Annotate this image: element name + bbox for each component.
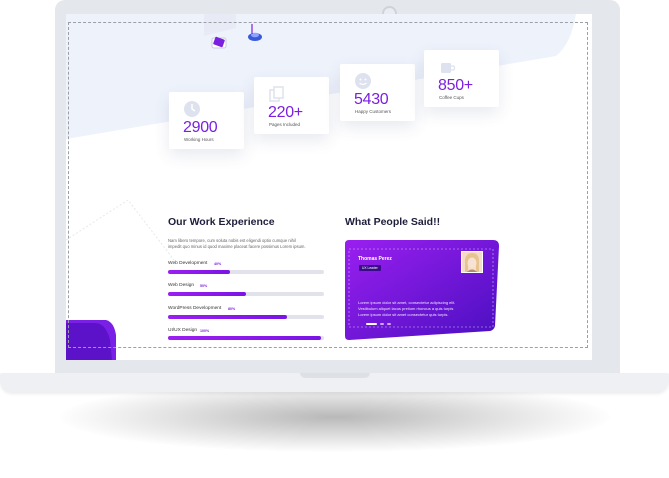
- laptop-screen: 2900 Working Hours 220+ Pages Included 5…: [66, 14, 592, 360]
- laptop-notch: [300, 373, 370, 378]
- selection-frame: [68, 22, 588, 348]
- laptop-shadow: [60, 382, 610, 452]
